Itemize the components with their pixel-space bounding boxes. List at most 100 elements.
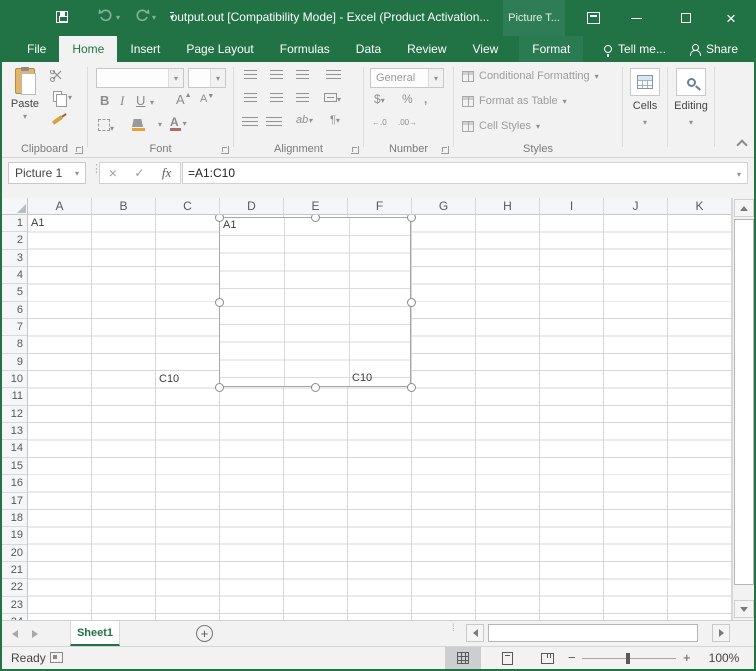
alignment-dialog-launcher-icon[interactable] (351, 146, 359, 154)
row-header-9[interactable]: 9 (2, 354, 27, 371)
align-middle-button[interactable] (270, 70, 283, 79)
row-header-6[interactable]: 6 (2, 302, 27, 319)
number-format-dropdown-icon[interactable] (428, 69, 443, 87)
column-header-g[interactable]: G (412, 198, 476, 215)
vertical-scrollbar-thumb[interactable] (734, 219, 754, 585)
close-button[interactable]: × (714, 0, 748, 36)
conditional-formatting-button[interactable]: Conditional Formatting (462, 70, 599, 82)
editing-dropdown-icon[interactable] (668, 116, 714, 128)
cell-styles-button[interactable]: Cell Styles (462, 120, 540, 132)
tab-data[interactable]: Data (343, 36, 394, 62)
cells-button[interactable] (630, 68, 660, 96)
row-header-22[interactable]: 22 (2, 579, 27, 596)
increase-indent-button[interactable] (266, 117, 282, 126)
tab-scrollbar-splitter[interactable]: ⁞ (452, 626, 455, 631)
align-left-button[interactable] (244, 93, 257, 102)
accounting-format-button[interactable]: $ (374, 92, 385, 106)
zoom-level[interactable]: 100% (702, 651, 746, 665)
scroll-up-icon[interactable] (734, 199, 754, 217)
tab-insert[interactable]: Insert (117, 36, 173, 62)
insert-function-icon[interactable]: fx (162, 165, 171, 181)
row-header-12[interactable]: 12 (2, 406, 27, 423)
column-header-d[interactable]: D (220, 198, 284, 215)
undo-icon[interactable] (98, 8, 114, 27)
decrease-indent-button[interactable] (242, 117, 258, 126)
new-sheet-button[interactable]: + (196, 625, 213, 642)
handle-bottom-middle[interactable] (311, 383, 320, 392)
text-direction-button[interactable]: ¶ (330, 114, 340, 126)
align-center-button[interactable] (270, 93, 283, 102)
underline-button[interactable]: U (136, 93, 145, 108)
font-name-dropdown-icon[interactable] (168, 69, 183, 87)
expand-formula-bar-icon[interactable] (737, 166, 741, 180)
copy-button[interactable] (48, 88, 66, 104)
tell-me-box[interactable]: Tell me... (594, 36, 676, 62)
font-name-combo[interactable] (96, 68, 184, 88)
row-header-8[interactable]: 8 (2, 336, 27, 353)
handle-middle-left[interactable] (215, 298, 224, 307)
share-button[interactable]: Share (676, 36, 752, 62)
zoom-slider-thumb[interactable] (626, 653, 630, 664)
column-header-c[interactable]: C (156, 198, 220, 215)
tab-format[interactable]: Format (519, 36, 583, 62)
row-header-23[interactable]: 23 (2, 597, 27, 614)
minimize-button[interactable] (619, 0, 653, 36)
macro-record-icon[interactable] (50, 652, 63, 663)
page-break-view-button[interactable] (531, 647, 563, 669)
number-format-combo[interactable]: General (370, 68, 444, 88)
name-box-dropdown-icon[interactable] (69, 163, 85, 183)
wrap-text-button[interactable] (326, 70, 341, 79)
tab-formulas[interactable]: Formulas (267, 36, 343, 62)
undo-dropdown-icon[interactable]: ▾ (116, 13, 120, 22)
scroll-right-icon[interactable] (712, 624, 730, 642)
formula-input[interactable]: =A1:C10 (182, 162, 748, 184)
row-header-13[interactable]: 13 (2, 423, 27, 440)
column-header-e[interactable]: E (284, 198, 348, 215)
picture-tools-contextual-group[interactable]: Picture T... (503, 0, 565, 36)
number-dialog-launcher-icon[interactable] (441, 146, 449, 154)
font-color-button[interactable]: A (170, 115, 187, 129)
paste-button[interactable]: Paste (6, 66, 44, 142)
row-header-7[interactable]: 7 (2, 319, 27, 336)
orientation-button[interactable]: ab (296, 114, 312, 126)
tab-review[interactable]: Review (394, 36, 459, 62)
align-bottom-button[interactable] (296, 70, 309, 79)
scroll-down-icon[interactable] (734, 600, 754, 618)
row-header-24[interactable]: 24 (2, 614, 27, 620)
font-size-dropdown-icon[interactable] (210, 69, 225, 87)
ribbon-display-options-button[interactable] (576, 0, 610, 36)
cells-dropdown-icon[interactable] (623, 116, 667, 128)
row-header-17[interactable]: 17 (2, 493, 27, 510)
picture-object[interactable]: A1 C10 (219, 217, 411, 387)
handle-bottom-right[interactable] (407, 383, 416, 392)
copy-dropdown-icon[interactable] (68, 91, 72, 103)
italic-button[interactable]: I (120, 93, 124, 109)
row-header-16[interactable]: 16 (2, 475, 27, 492)
enter-icon[interactable]: ✓ (134, 166, 144, 180)
column-header-k[interactable]: K (668, 198, 732, 215)
align-top-button[interactable] (244, 70, 257, 79)
row-header-4[interactable]: 4 (2, 267, 27, 284)
maximize-button[interactable] (669, 0, 703, 36)
column-header-h[interactable]: H (476, 198, 540, 215)
format-as-table-button[interactable]: Format as Table (462, 95, 567, 107)
tab-home[interactable]: Home (59, 36, 117, 62)
align-right-button[interactable] (296, 93, 309, 102)
fill-color-button[interactable] (132, 118, 162, 130)
cell-C10[interactable]: C10 (159, 373, 179, 385)
bold-button[interactable]: B (100, 93, 109, 108)
select-all-corner[interactable] (2, 198, 28, 215)
tab-file[interactable]: File (14, 36, 59, 62)
comma-style-button[interactable]: , (424, 92, 427, 106)
editing-button[interactable] (676, 68, 706, 96)
cell-A1[interactable]: A1 (31, 217, 44, 229)
next-sheet-icon[interactable] (32, 630, 38, 638)
shrink-font-button[interactable]: A▼ (200, 93, 214, 105)
row-header-20[interactable]: 20 (2, 545, 27, 562)
page-layout-view-button[interactable] (491, 647, 523, 669)
row-header-15[interactable]: 15 (2, 458, 27, 475)
column-header-a[interactable]: A (28, 198, 92, 215)
borders-button[interactable] (98, 119, 114, 134)
tab-view[interactable]: View (460, 36, 512, 62)
cut-button[interactable] (48, 68, 66, 84)
